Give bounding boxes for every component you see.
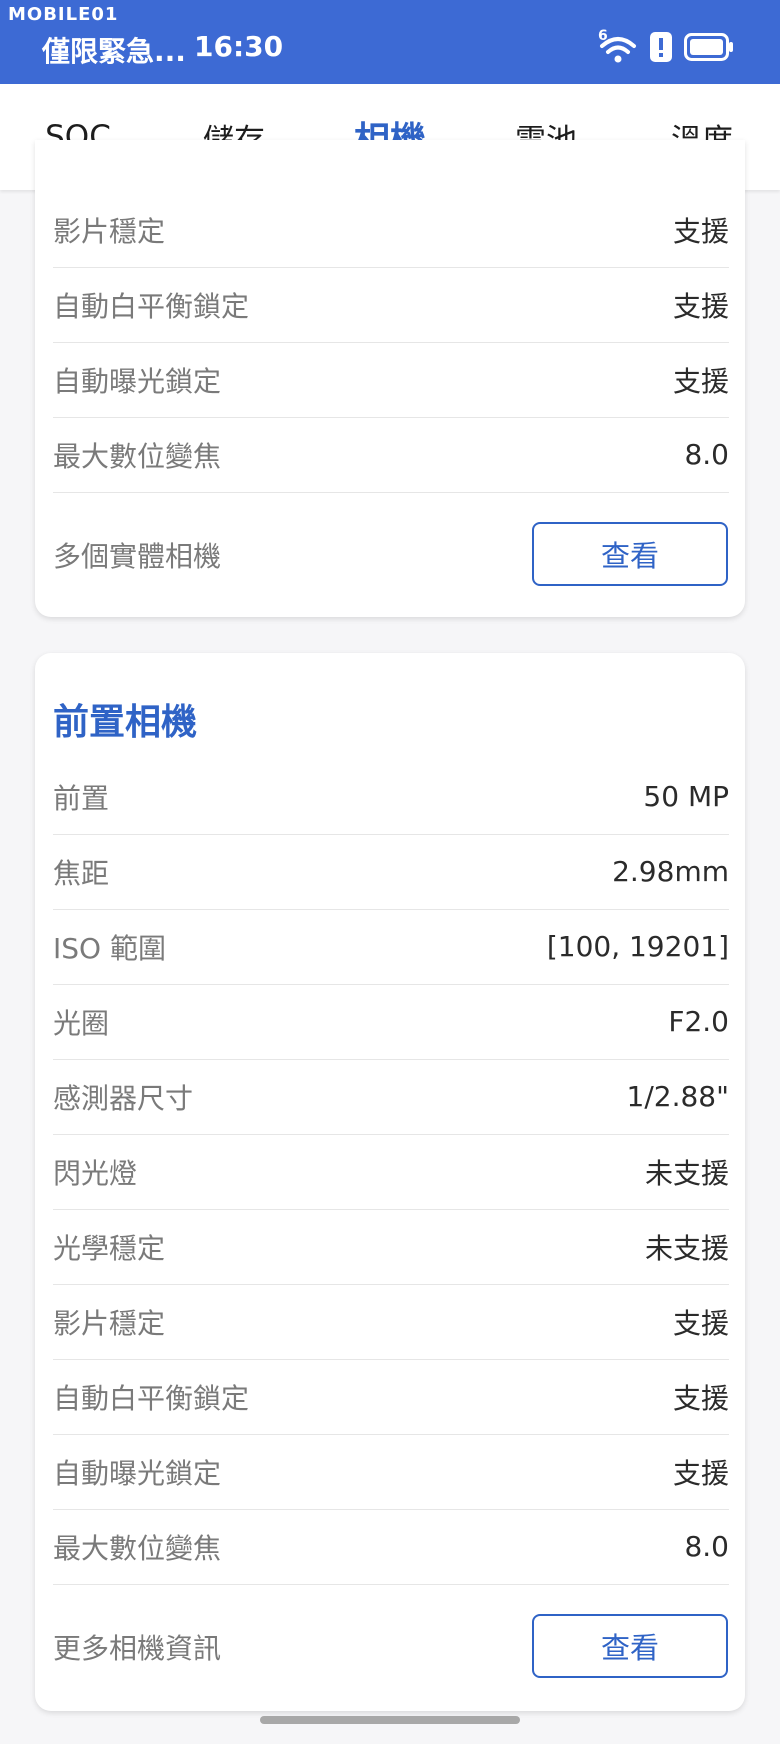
- info-row: 自動白平衡鎖定 支援: [53, 267, 729, 342]
- info-row: ISO 範圍 [100, 19201]: [53, 909, 729, 984]
- row-value: 未支援: [644, 1231, 729, 1265]
- view-more-camera-info-button[interactable]: 查看: [532, 1614, 728, 1678]
- info-row: 影片穩定 支援: [53, 192, 729, 267]
- row-value: 支援: [672, 1381, 729, 1415]
- front-camera-card: 前置相機 前置 50 MP 焦距 2.98mm ISO 範圍 [100, 192…: [35, 653, 745, 1711]
- row-value: 2.98mm: [612, 855, 729, 888]
- row-label: 最大數位變焦: [53, 439, 222, 473]
- row-label: 自動白平衡鎖定: [53, 289, 250, 323]
- info-row: 感測器尺寸 1/2.88": [53, 1059, 729, 1134]
- watermark-logo: MOBILE01: [8, 4, 119, 25]
- row-value: 支援: [672, 1306, 729, 1340]
- row-label: 光學穩定: [53, 1231, 166, 1265]
- wifi-icon: 6: [598, 28, 638, 64]
- info-row: 自動曝光鎖定 支援: [53, 342, 729, 417]
- section-title: 前置相機: [53, 702, 198, 743]
- row-label: 自動白平衡鎖定: [53, 1381, 250, 1415]
- info-row: 閃光燈 未支援: [53, 1134, 729, 1209]
- info-row: 光學穩定 未支援: [53, 1209, 729, 1284]
- row-label: 自動曝光鎖定: [53, 364, 222, 398]
- carrier-text: 僅限緊急...: [42, 35, 186, 68]
- row-label: 感測器尺寸: [53, 1081, 194, 1115]
- row-value: 支援: [672, 289, 729, 323]
- wifi-badge: 6: [598, 28, 608, 44]
- row-value: 50 MP: [643, 780, 729, 813]
- info-row: 最大數位變焦 8.0: [53, 1509, 729, 1584]
- row-value: 未支援: [644, 1156, 729, 1190]
- row-label: 多個實體相機: [53, 539, 222, 573]
- info-row: 前置 50 MP: [53, 759, 729, 834]
- row-value: 8.0: [684, 438, 729, 471]
- home-indicator[interactable]: [260, 1716, 520, 1724]
- row-value: [100, 19201]: [546, 930, 729, 963]
- row-label: 影片穩定: [53, 214, 166, 248]
- row-value: 支援: [672, 214, 729, 248]
- info-row: 自動曝光鎖定 支援: [53, 1434, 729, 1509]
- divider: [53, 1584, 729, 1585]
- info-row: 影片穩定 支援: [53, 1284, 729, 1359]
- row-label: ISO 範圍: [53, 931, 166, 965]
- clock: 16:30: [194, 30, 284, 63]
- info-row: 焦距 2.98mm: [53, 834, 729, 909]
- info-row: 最大數位變焦 8.0: [53, 417, 729, 492]
- row-label: 焦距: [53, 856, 110, 890]
- row-value: 1/2.88": [626, 1080, 729, 1113]
- battery-icon: [684, 33, 734, 65]
- divider: [53, 492, 729, 493]
- row-value: 支援: [672, 364, 729, 398]
- row-value: F2.0: [668, 1005, 729, 1038]
- rear-camera-card: 影片穩定 支援 自動白平衡鎖定 支援 自動曝光鎖定 支援 最大數位變焦 8.0 …: [35, 140, 745, 617]
- row-label: 閃光燈: [53, 1156, 138, 1190]
- row-label: 更多相機資訊: [53, 1631, 222, 1665]
- row-label: 影片穩定: [53, 1306, 166, 1340]
- row-label: 光圈: [53, 1006, 110, 1040]
- status-bar: MOBILE01 僅限緊急... 16:30 6: [0, 0, 780, 84]
- row-value: 支援: [672, 1456, 729, 1490]
- alert-icon: [650, 32, 672, 66]
- view-physical-cameras-button[interactable]: 查看: [532, 522, 728, 586]
- row-label: 前置: [53, 781, 110, 815]
- row-value: 8.0: [684, 1530, 729, 1563]
- row-label: 最大數位變焦: [53, 1531, 222, 1565]
- status-icons: 6: [598, 28, 734, 66]
- row-label: 自動曝光鎖定: [53, 1456, 222, 1490]
- info-row: 光圈 F2.0: [53, 984, 729, 1059]
- info-row: 自動白平衡鎖定 支援: [53, 1359, 729, 1434]
